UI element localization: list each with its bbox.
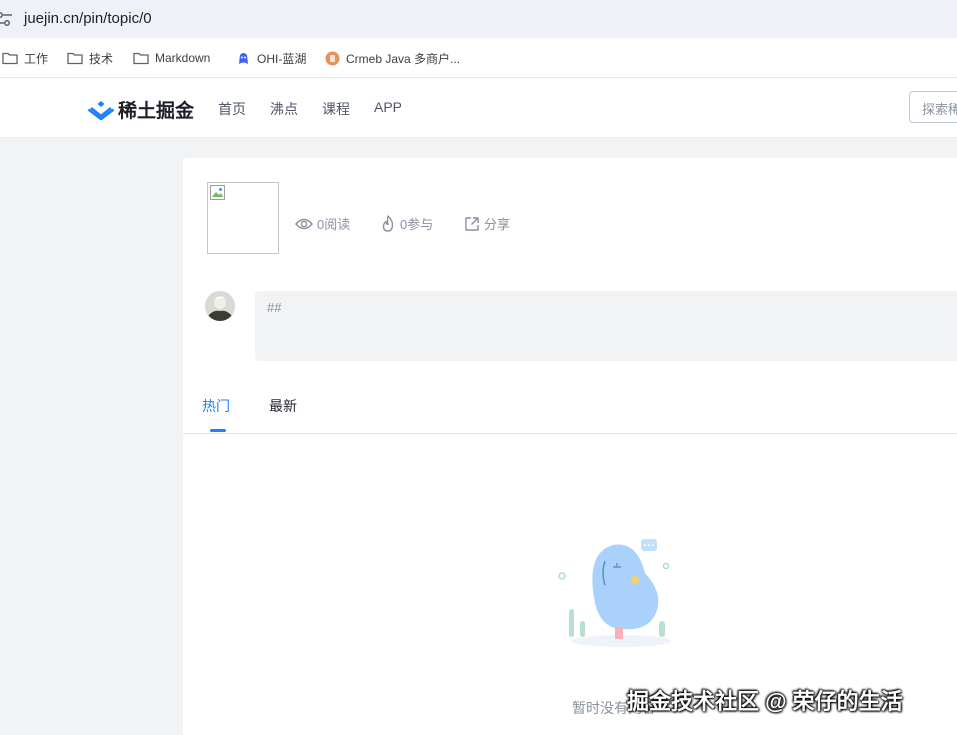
pin-editor-input[interactable]: ## [255,291,957,361]
bookmark-work[interactable]: 工作 [2,49,48,67]
bookmarks-bar: 工作 技术 Markdown OHI-蓝湖 Crmeb Java 多商户... [0,38,957,78]
search-input[interactable]: 探索稀 [909,91,957,123]
active-tab-indicator [210,429,226,432]
bookmark-label: 工作 [24,51,49,66]
bookmark-label: Crmeb Java 多商户... [346,51,461,66]
read-count-text: 0阅读 [317,217,351,232]
topic-image [207,182,279,254]
feed-tabs: 热门 最新 [183,386,957,434]
nav-pins[interactable]: 沸点 [270,99,298,119]
folder-icon [133,52,149,65]
nav-courses[interactable]: 课程 [322,99,350,119]
nav-app[interactable]: APP [374,99,402,115]
participant-count-text: 0参与 [400,217,434,232]
juejin-logo-icon [88,100,114,120]
url-text[interactable]: juejin.cn/pin/topic/0 [24,10,152,27]
watermark: 掘金技术社区 @ 荣仔的生活 [627,689,903,714]
crmeb-icon [325,51,340,65]
nav-home[interactable]: 首页 [218,99,246,119]
tab-latest[interactable]: 最新 [269,396,297,416]
share-text: 分享 [484,217,511,232]
topic-card: 0阅读 0参与 分享 ## 热门 最新 暂时没有内容 [183,158,957,735]
lanhu-icon [239,52,248,64]
folder-icon [67,52,83,65]
broken-image-icon [210,185,225,200]
folder-icon [2,52,18,65]
tab-hot[interactable]: 热门 [202,396,230,416]
logo-text: 稀土掘金 [118,101,195,122]
read-count: 0阅读 [295,214,350,233]
site-settings-icon[interactable] [0,9,14,29]
bookmark-crmeb[interactable]: Crmeb Java 多商户... [325,49,460,67]
fire-icon [382,215,394,232]
page: juejin.cn/pin/topic/0 工作 技术 Markdown OHI… [0,0,957,735]
bookmark-label: Markdown [155,51,211,65]
bookmark-label: 技术 [89,51,114,66]
eye-icon [295,218,313,229]
participant-count: 0参与 [380,214,433,233]
browser-url-bar[interactable]: juejin.cn/pin/topic/0 [0,0,957,38]
share-button[interactable]: 分享 [464,214,510,233]
site-header: 稀土掘金 首页 沸点 课程 APP 探索稀 [0,78,957,138]
empty-state-illustration [558,539,671,647]
bookmark-label: OHI-蓝湖 [257,51,307,66]
bookmark-lanhu[interactable]: OHI-蓝湖 [236,49,306,67]
share-icon [465,216,479,231]
avatar[interactable] [205,291,235,321]
bookmark-tech[interactable]: 技术 [67,49,113,67]
juejin-logo[interactable]: 稀土掘金 [88,96,194,123]
bookmark-markdown[interactable]: Markdown [133,49,210,67]
user-avatar-image [205,291,235,321]
